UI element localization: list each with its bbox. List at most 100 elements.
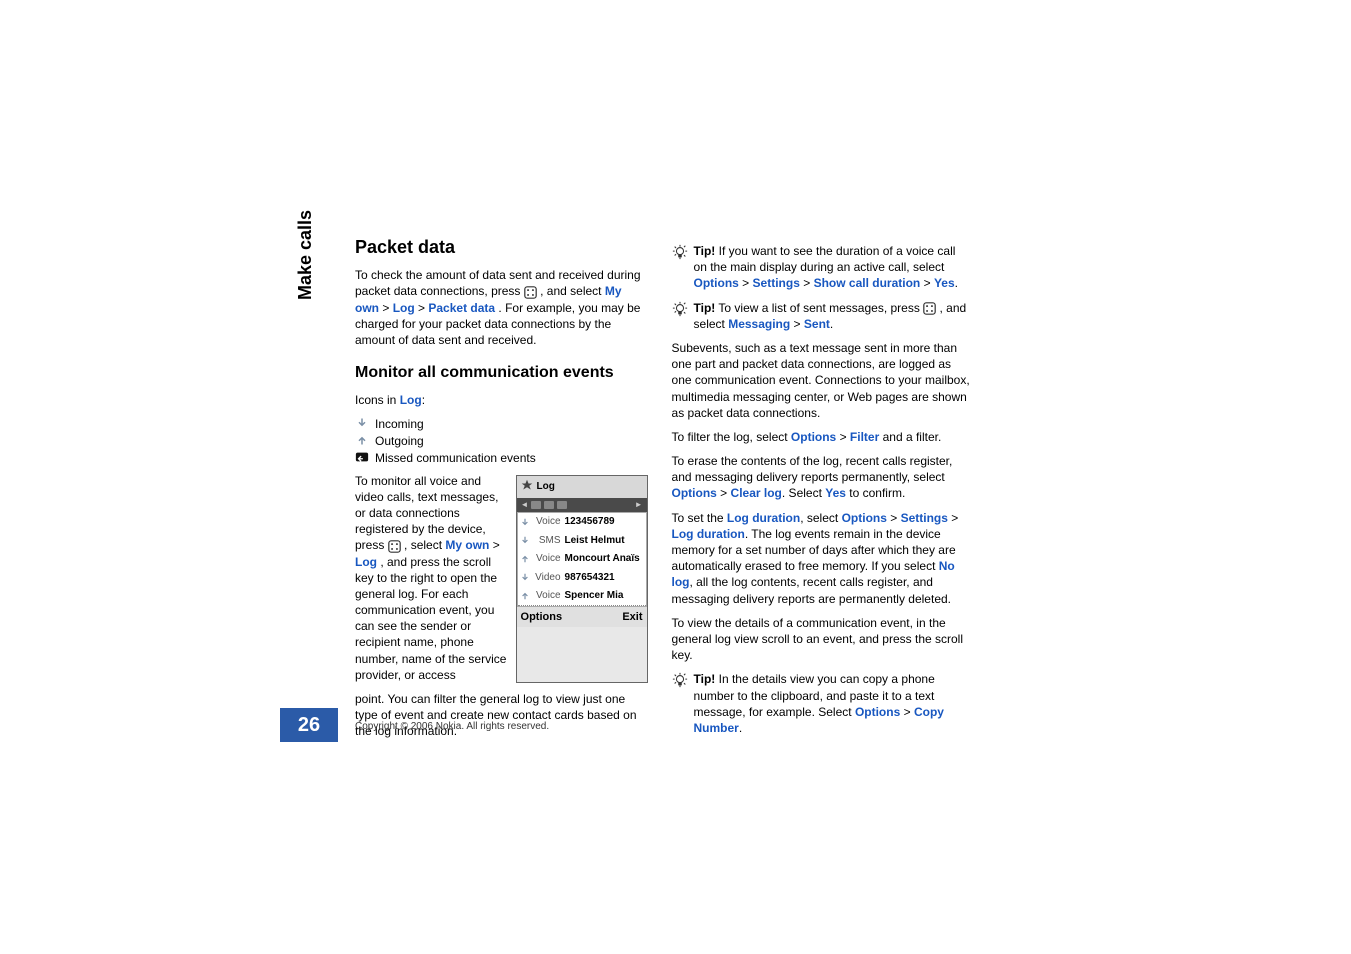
text: > (836, 430, 850, 444)
tab-arrow-right-icon: ► (635, 500, 643, 511)
text: . (955, 276, 958, 290)
text: > (739, 276, 753, 290)
link-options: Options (855, 705, 900, 719)
right-column: Tip! If you want to see the duration of … (672, 235, 970, 748)
outgoing-icon (521, 592, 529, 600)
softkey-bar: Options Exit (517, 607, 647, 628)
link-log: Log (400, 393, 422, 407)
tip-label: Tip! (694, 672, 716, 686)
text: and a filter. (879, 430, 941, 444)
tip-block: Tip! If you want to see the duration of … (672, 243, 970, 292)
link-log-duration: Log duration (672, 527, 745, 541)
copyright: Copyright © 2006 Nokia. All rights reser… (355, 721, 549, 732)
paragraph: To set the Log duration, select Options … (672, 510, 970, 607)
log-item: SMS Leist Helmut (518, 532, 646, 551)
tab-arrow-left-icon: ◄ (521, 500, 529, 511)
text: > (493, 538, 500, 552)
outgoing-icon (521, 555, 529, 563)
paragraph: To filter the log, select Options > Filt… (672, 429, 970, 445)
outgoing-icon (355, 433, 369, 447)
icon-legend-row: Missed communication events (355, 450, 648, 466)
section-title: Make calls (295, 210, 316, 300)
incoming-icon (521, 536, 529, 544)
log-name: Spencer Mia (565, 589, 624, 603)
text: , select (404, 538, 445, 552)
log-item: Video 987654321 (518, 569, 646, 588)
log-app-icon (521, 479, 533, 496)
link-settings: Settings (753, 276, 800, 290)
text: : (422, 393, 425, 407)
phone-tab-bar: ◄ ► (517, 498, 647, 512)
link-sent: Sent (804, 317, 830, 331)
incoming-icon (521, 518, 529, 526)
tip-block: Tip! To view a list of sent messages, pr… (672, 300, 970, 332)
text: . (739, 721, 742, 735)
text: If you want to see the duration of a voi… (694, 244, 956, 274)
softkey-exit[interactable]: Exit (622, 610, 642, 625)
paragraph: Icons in Log: (355, 392, 648, 408)
log-item: Voice 123456789 (518, 513, 646, 532)
link-packet-data: Packet data (428, 301, 495, 315)
menu-key-icon (388, 540, 401, 553)
text: , all the log contents, recent calls reg… (672, 575, 951, 605)
link-messaging: Messaging (728, 317, 790, 331)
text: > (900, 705, 914, 719)
text: > (790, 317, 804, 331)
link-log: Log (355, 555, 377, 569)
text: To set the (672, 511, 727, 525)
incoming-icon (355, 416, 369, 430)
text: > (717, 486, 731, 500)
text: > (382, 301, 392, 315)
text: > (800, 276, 814, 290)
link-options: Options (694, 276, 739, 290)
icon-legend-label: Incoming (375, 416, 424, 432)
paragraph: Subevents, such as a text message sent i… (672, 340, 970, 421)
log-name: 123456789 (565, 515, 615, 529)
link-clear-log: Clear log (731, 486, 782, 500)
menu-key-icon (524, 286, 537, 299)
text: , and press the scroll key to the right … (355, 555, 506, 682)
log-name: 987654321 (565, 571, 615, 585)
tip-icon (672, 244, 688, 292)
log-type: Voice (533, 515, 561, 529)
log-name: Leist Helmut (565, 534, 625, 548)
text: . Select (782, 486, 825, 500)
icon-legend-label: Outgoing (375, 433, 424, 449)
link-my-own: My own (445, 538, 489, 552)
softkey-options[interactable]: Options (521, 610, 563, 625)
text: to confirm. (846, 486, 905, 500)
phone-screenshot: Log ◄ ► Voic (516, 475, 648, 683)
log-type: Voice (533, 589, 561, 603)
link-options: Options (672, 486, 717, 500)
icon-legend-row: Outgoing (355, 433, 648, 449)
incoming-icon (521, 573, 529, 581)
phone-title-bar: Log (517, 476, 647, 499)
left-column: Packet data To check the amount of data … (355, 235, 648, 748)
log-type: Video (533, 571, 561, 585)
log-list: Voice 123456789 SMS Leist Helmut Voice (517, 512, 647, 607)
log-name: Moncourt Anaïs (565, 552, 640, 566)
heading-packet-data: Packet data (355, 235, 648, 259)
text: > (887, 511, 901, 525)
icon-legend-label: Missed communication events (375, 450, 536, 466)
link-log-duration: Log duration (727, 511, 800, 525)
tip-label: Tip! (694, 301, 716, 315)
tip-icon (672, 301, 688, 332)
log-type: SMS (533, 534, 561, 548)
tab-chip (531, 501, 541, 509)
missed-icon (355, 450, 369, 464)
text: To erase the contents of the log, recent… (672, 454, 953, 484)
page-number: 26 (280, 708, 338, 742)
link-options: Options (842, 511, 887, 525)
paragraph: To monitor all voice and video calls, te… (355, 473, 508, 683)
tip-label: Tip! (694, 244, 716, 258)
menu-key-icon (923, 302, 936, 315)
tab-chip (557, 501, 567, 509)
text: Icons in (355, 393, 400, 407)
text: , and select (540, 284, 605, 298)
icon-legend-row: Incoming (355, 416, 648, 432)
tip-block: Tip! In the details view you can copy a … (672, 671, 970, 736)
text: . (830, 317, 833, 331)
link-filter: Filter (850, 430, 879, 444)
link-options: Options (791, 430, 836, 444)
